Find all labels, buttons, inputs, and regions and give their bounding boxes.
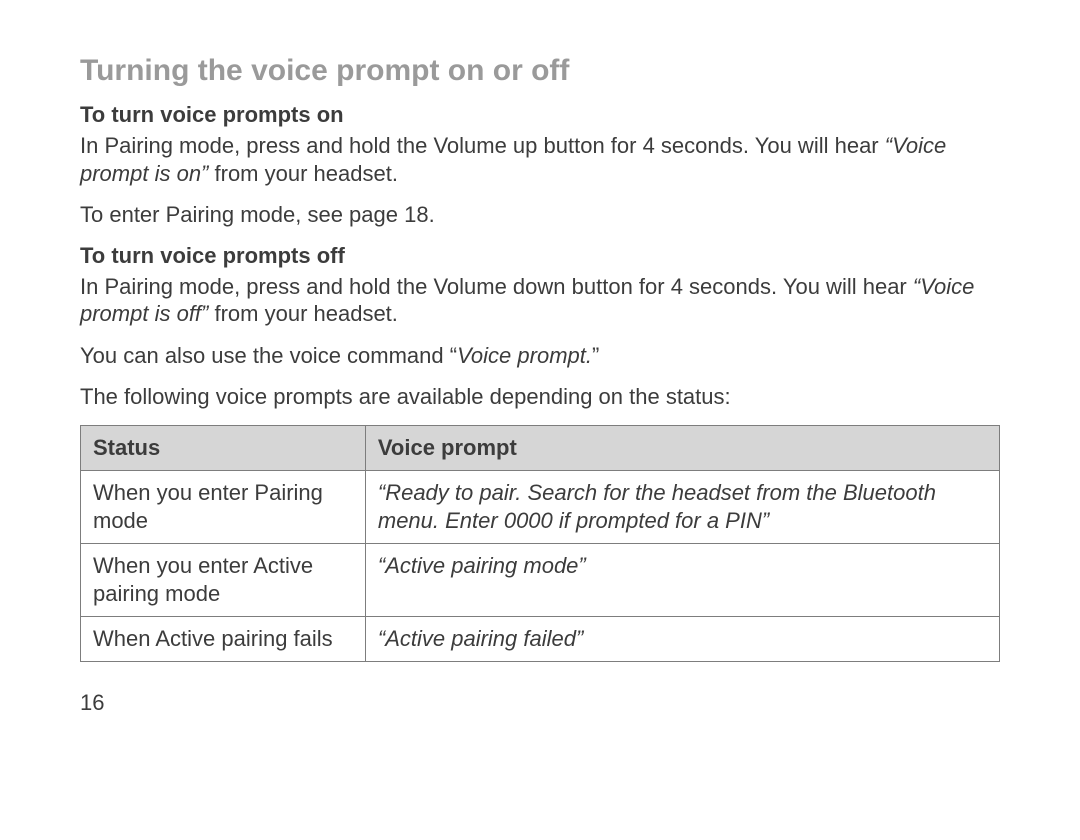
table-row: When Active pairing fails “Active pairin… bbox=[81, 617, 1000, 662]
status-cell: When you enter Active pairing mode bbox=[81, 543, 366, 616]
on-paragraph-1: In Pairing mode, press and hold the Volu… bbox=[80, 132, 1000, 187]
voice-command-quote: Voice prompt. bbox=[457, 343, 592, 368]
col-status: Status bbox=[81, 425, 366, 470]
voice-prompt-table: Status Voice prompt When you enter Pairi… bbox=[80, 425, 1000, 663]
text: from your headset. bbox=[208, 301, 398, 326]
table-row: When you enter Pairing mode “Ready to pa… bbox=[81, 470, 1000, 543]
status-cell: When Active pairing fails bbox=[81, 617, 366, 662]
text: In Pairing mode, press and hold the Volu… bbox=[80, 133, 885, 158]
prompt-cell: “Ready to pair. Search for the headset f… bbox=[365, 470, 999, 543]
subhead-off: To turn voice prompts off bbox=[80, 243, 1000, 269]
text: In Pairing mode, press and hold the Volu… bbox=[80, 274, 913, 299]
table-header-row: Status Voice prompt bbox=[81, 425, 1000, 470]
prompt-cell: “Active pairing mode” bbox=[365, 543, 999, 616]
table-intro: The following voice prompts are availabl… bbox=[80, 383, 1000, 411]
prompt-cell: “Active pairing failed” bbox=[365, 617, 999, 662]
off-paragraph-1: In Pairing mode, press and hold the Volu… bbox=[80, 273, 1000, 328]
subhead-on: To turn voice prompts on bbox=[80, 102, 1000, 128]
on-paragraph-2: To enter Pairing mode, see page 18. bbox=[80, 201, 1000, 229]
off-paragraph-2: You can also use the voice command “Voic… bbox=[80, 342, 1000, 370]
page-number: 16 bbox=[80, 690, 1000, 716]
text: ” bbox=[592, 343, 599, 368]
text: from your headset. bbox=[208, 161, 398, 186]
table-row: When you enter Active pairing mode “Acti… bbox=[81, 543, 1000, 616]
status-cell: When you enter Pairing mode bbox=[81, 470, 366, 543]
manual-page: Turning the voice prompt on or off To tu… bbox=[0, 0, 1080, 756]
text: You can also use the voice command “ bbox=[80, 343, 457, 368]
col-voice-prompt: Voice prompt bbox=[365, 425, 999, 470]
section-title: Turning the voice prompt on or off bbox=[80, 54, 1000, 88]
